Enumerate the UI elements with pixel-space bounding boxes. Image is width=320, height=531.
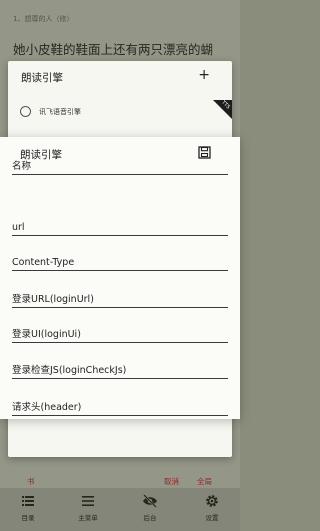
engine-list-item[interactable]: 讯飞语音引擎 <box>20 106 81 117</box>
name-field[interactable]: 名称 <box>12 158 228 175</box>
url-field[interactable]: url <box>12 222 228 236</box>
cancel-button[interactable]: 取消 <box>164 476 179 487</box>
dialog-title: 朗读引擎 <box>21 72 63 84</box>
header-field[interactable]: 请求头(header) <box>12 399 228 416</box>
login-check-js-field[interactable]: 登录检查JS(loginCheckJs) <box>12 362 228 379</box>
book-action[interactable]: 书 <box>27 476 35 487</box>
engine-edit-dialog: 朗读引擎 名称 url Content-Type 登录URL(loginUrl)… <box>0 137 240 419</box>
global-button[interactable]: 全局 <box>197 476 212 487</box>
login-url-field[interactable]: 登录URL(loginUrl) <box>12 291 228 308</box>
add-engine-button[interactable]: + <box>198 67 210 83</box>
content-type-field[interactable]: Content-Type <box>12 257 228 271</box>
login-ui-field[interactable]: 登录UI(loginUi) <box>12 326 228 343</box>
radio-button[interactable] <box>20 106 31 117</box>
engine-label: 讯飞语音引擎 <box>39 107 81 116</box>
